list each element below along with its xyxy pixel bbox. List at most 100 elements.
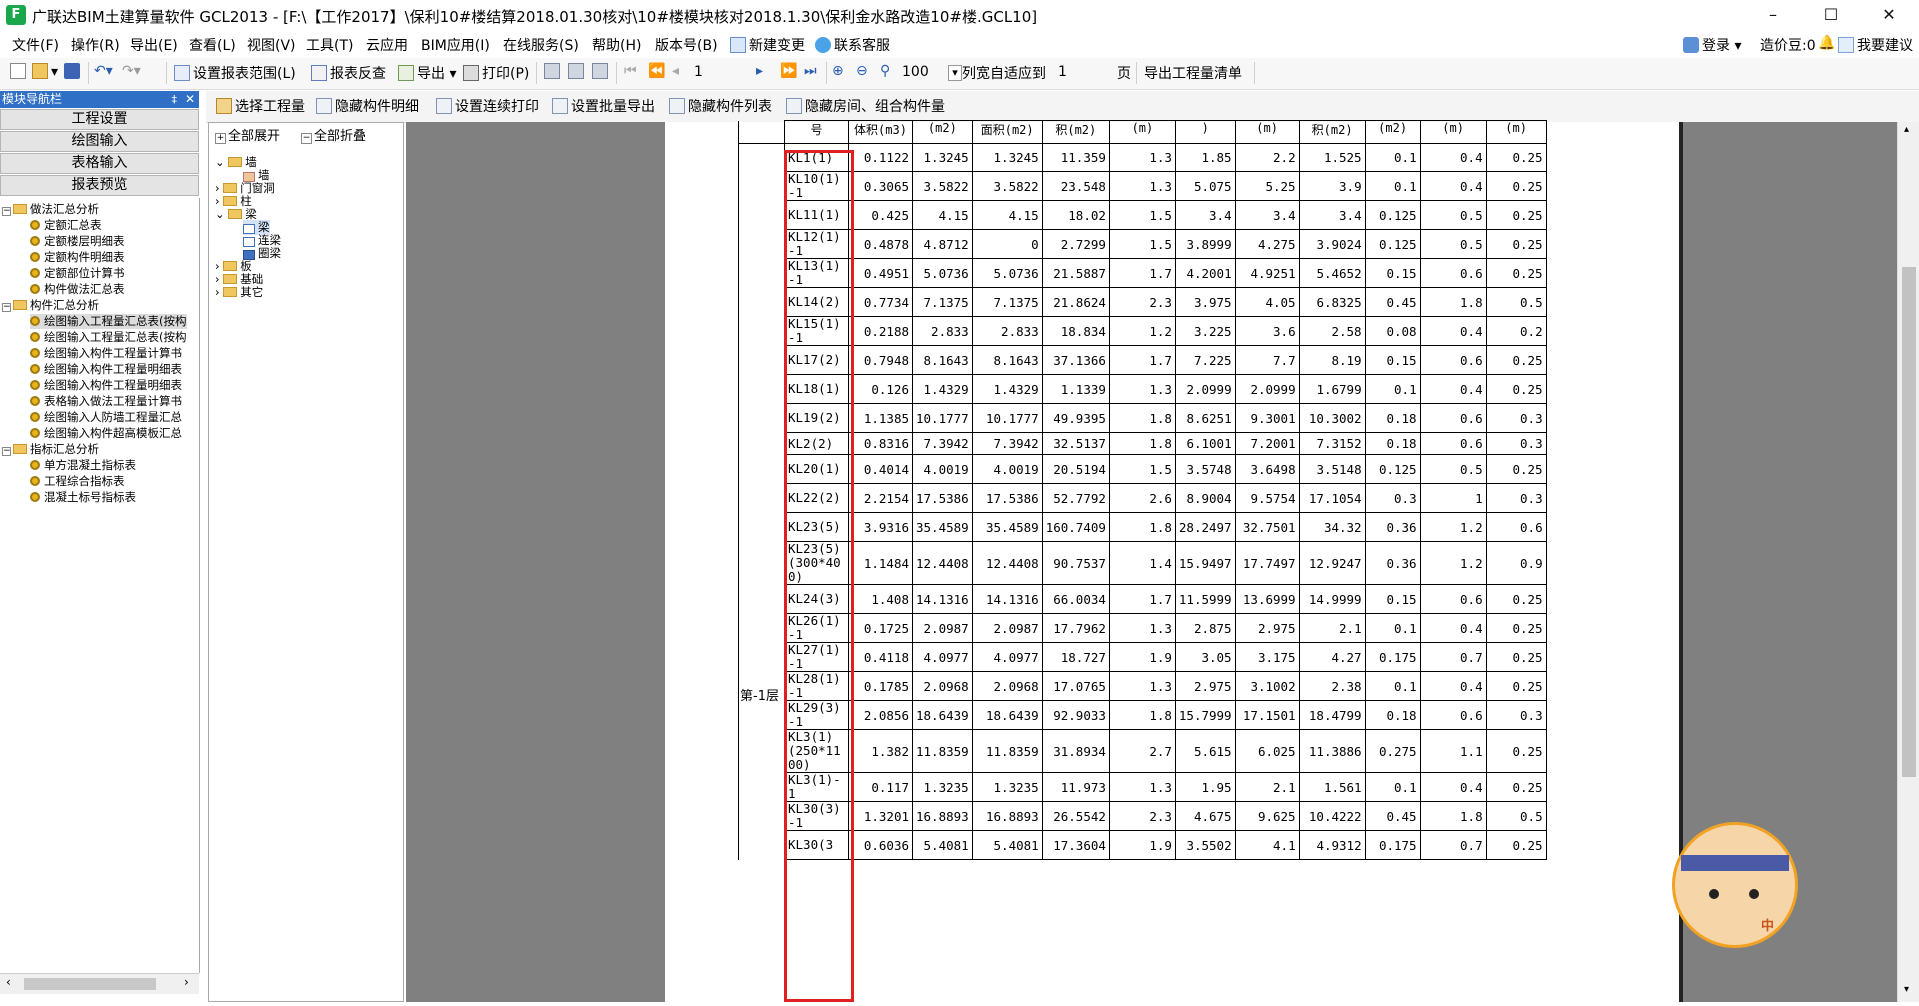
next-page-icon[interactable]: ▸ — [756, 63, 763, 79]
tree-group-index[interactable]: − 指标汇总分析 — [2, 442, 99, 457]
export-button[interactable]: 导出 ▾ — [398, 63, 456, 83]
menu-file[interactable]: 文件(F) — [12, 35, 59, 55]
tree-item[interactable]: 绘图输入构件工程量明细表 — [30, 362, 182, 377]
value-cell: 26.5542 — [1041, 801, 1110, 831]
tree-item[interactable]: 绘图输入人防墙工程量汇总 — [30, 410, 182, 425]
nav-table-input[interactable]: 表格输入 — [0, 153, 199, 174]
collapse-icon[interactable]: − — [2, 447, 11, 456]
expand-arrow-icon[interactable]: › — [215, 194, 223, 208]
redo-icon[interactable]: ↷▾ — [122, 63, 141, 79]
report-reverse-check-button[interactable]: 报表反查 — [311, 63, 386, 83]
prev-page-icon[interactable]: ◂ — [672, 63, 679, 79]
menu-view-l[interactable]: 查看(L) — [189, 35, 236, 55]
mascot-avatar[interactable]: 中 — [1672, 822, 1798, 948]
tree-item[interactable]: 绘图输入工程量汇总表(按构 — [30, 330, 187, 345]
tree-item[interactable]: 表格输入做法工程量计算书 — [30, 394, 182, 409]
collapse-arrow-icon[interactable]: ⌄ — [215, 155, 228, 169]
expand-arrow-icon[interactable]: › — [215, 285, 223, 299]
nav-project-settings[interactable]: 工程设置 — [0, 109, 199, 130]
menu-online[interactable]: 在线服务(S) — [503, 35, 579, 55]
menu-bim[interactable]: BIM应用(I) — [421, 35, 490, 55]
fit-pages-input[interactable]: 1 — [1054, 62, 1110, 82]
last-page-icon[interactable]: ⏭ — [804, 63, 817, 79]
expand-arrow-icon[interactable]: › — [215, 259, 223, 273]
bell-icon[interactable]: 🔔 — [1818, 35, 1835, 51]
maximize-button[interactable]: ☐ — [1802, 0, 1860, 30]
expand-all-button[interactable]: + 全部展开 — [215, 129, 280, 144]
close-button[interactable]: ✕ — [1860, 0, 1918, 30]
tree-item[interactable]: 定额部位计算书 — [30, 266, 125, 281]
hide-component-list-button[interactable]: 隐藏构件列表 — [669, 96, 772, 116]
tree-item[interactable]: 单方混凝土指标表 — [30, 458, 136, 473]
pin-icon[interactable]: ‡ — [172, 91, 178, 108]
search-icon[interactable]: ⚲ — [880, 63, 890, 79]
report-vertical-scrollbar[interactable]: ▴ ▾ — [1897, 122, 1919, 1002]
collapse-arrow-icon[interactable]: ⌄ — [215, 207, 228, 221]
zoom-input[interactable]: 100 — [898, 62, 946, 82]
tree-item[interactable]: 工程综合指标表 — [30, 474, 125, 489]
minimize-button[interactable]: – — [1744, 0, 1802, 30]
tree-node-label: 连梁 — [258, 233, 281, 247]
double-page-icon[interactable] — [568, 63, 587, 80]
menu-customer-service[interactable]: 联系客服 — [815, 35, 890, 55]
single-page-icon[interactable] — [544, 63, 563, 80]
tree-item[interactable]: 混凝土标号指标表 — [30, 490, 136, 505]
login-button[interactable]: 登录 ▾ — [1683, 35, 1741, 55]
zoom-in-icon[interactable]: ⊕ — [832, 63, 844, 79]
collapse-icon[interactable]: − — [2, 207, 11, 216]
new-file-icon[interactable] — [10, 63, 29, 80]
menu-new-change[interactable]: 新建变更 — [730, 35, 805, 55]
menu-operation[interactable]: 操作(R) — [71, 35, 120, 55]
collapse-icon[interactable]: − — [2, 303, 11, 312]
scroll-down-icon[interactable]: ▾ — [1904, 984, 1909, 995]
page-number-input[interactable]: 1 — [690, 62, 750, 82]
set-report-range-button[interactable]: 设置报表范围(L) — [174, 63, 296, 83]
first-page-icon[interactable]: ⏮ — [624, 63, 637, 79]
zoom-out-icon[interactable]: ⊖ — [856, 63, 868, 79]
scroll-thumb[interactable] — [24, 978, 156, 990]
prev-fast-icon[interactable]: ⏪ — [648, 63, 665, 79]
hide-room-button[interactable]: 隐藏房间、组合构件量 — [786, 96, 945, 116]
tree-item[interactable]: 构件做法汇总表 — [30, 282, 125, 297]
menu-cloud[interactable]: 云应用 — [366, 35, 408, 55]
expand-arrow-icon[interactable]: › — [215, 272, 223, 286]
save-icon[interactable] — [64, 63, 83, 80]
menu-export[interactable]: 导出(E) — [130, 35, 178, 55]
tree-item[interactable]: 定额汇总表 — [30, 218, 102, 233]
multi-page-icon[interactable] — [592, 63, 611, 80]
tree-item-selected[interactable]: 绘图输入工程量汇总表(按构 — [30, 314, 187, 329]
tree-item[interactable]: 绘图输入构件工程量计算书 — [30, 346, 182, 361]
scroll-left-icon[interactable]: ‹ — [6, 975, 11, 989]
tree-item[interactable]: 绘图输入构件超高模板汇总 — [30, 426, 182, 441]
menu-help[interactable]: 帮助(H) — [592, 35, 641, 55]
tree-item[interactable]: 定额构件明细表 — [30, 250, 125, 265]
next-fast-icon[interactable]: ⏩ — [780, 63, 797, 79]
continuous-print-button[interactable]: 设置连续打印 — [436, 96, 539, 116]
zoom-dropdown-icon[interactable]: ▾ — [948, 65, 962, 81]
expand-arrow-icon[interactable]: › — [215, 181, 223, 195]
tree-node-other[interactable]: › 其它 — [215, 285, 263, 300]
batch-export-button[interactable]: 设置批量导出 — [552, 96, 655, 116]
scroll-up-icon[interactable]: ▴ — [1904, 124, 1909, 135]
tree-item[interactable]: 定额楼层明细表 — [30, 234, 125, 249]
menu-tools[interactable]: 工具(T) — [306, 35, 353, 55]
scroll-right-icon[interactable]: › — [184, 975, 189, 989]
scroll-thumb[interactable] — [1902, 267, 1916, 777]
collapse-all-button[interactable]: − 全部折叠 — [301, 129, 366, 144]
menu-view-v[interactable]: 视图(V) — [247, 35, 296, 55]
close-nav-icon[interactable]: ✕ — [185, 91, 195, 108]
open-file-icon[interactable]: ▾ — [32, 63, 58, 80]
hide-component-detail-button[interactable]: 隐藏构件明细 — [316, 96, 419, 116]
menu-version[interactable]: 版本号(B) — [655, 35, 718, 55]
tree-group-method[interactable]: − 做法汇总分析 — [2, 202, 99, 217]
nav-report-preview[interactable]: 报表预览 — [0, 175, 199, 196]
tree-group-component[interactable]: − 构件汇总分析 — [2, 298, 99, 313]
nav-drawing-input[interactable]: 绘图输入 — [0, 131, 199, 152]
nav-horizontal-scrollbar[interactable]: ‹ › — [0, 973, 199, 994]
print-button[interactable]: 打印(P) — [463, 63, 529, 83]
export-bill-button[interactable]: 导出工程量清单 — [1144, 63, 1242, 83]
tree-item[interactable]: 绘图输入构件工程量明细表 — [30, 378, 182, 393]
undo-icon[interactable]: ↶▾ — [94, 63, 113, 79]
select-quantity-button[interactable]: 选择工程量 — [216, 96, 305, 116]
feedback-button[interactable]: 我要建议 — [1838, 35, 1913, 55]
